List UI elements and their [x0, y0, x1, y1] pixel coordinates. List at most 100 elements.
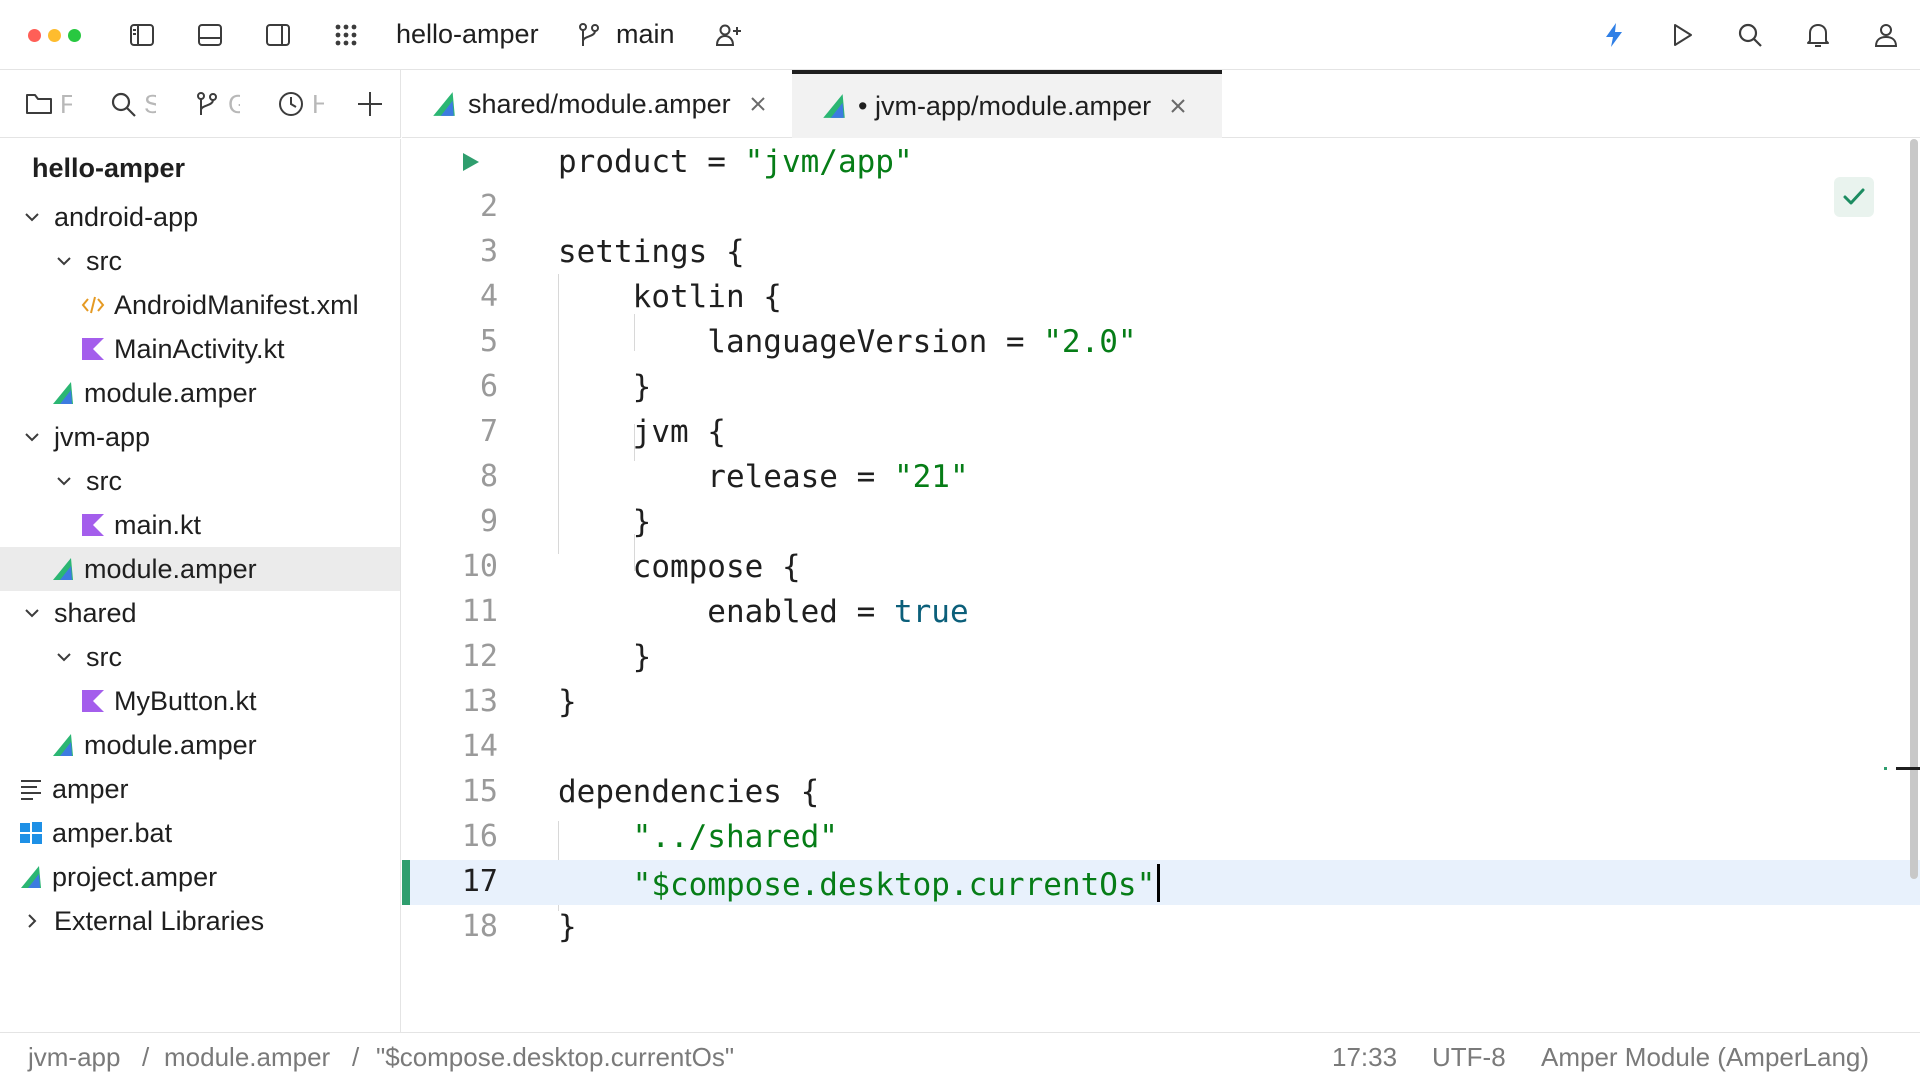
tab-shared-module-amper[interactable]: shared/module.amper: [402, 70, 792, 138]
tree-item-label: project.amper: [52, 861, 218, 892]
tree-item-amper-script[interactable]: amper: [0, 767, 400, 811]
text-caret: [1157, 864, 1161, 902]
tree-item-label: MyButton.kt: [114, 685, 257, 716]
search-icon[interactable]: [1732, 17, 1768, 53]
tree-item-module-amper[interactable]: module.amper: [0, 371, 400, 415]
chevron-down-icon[interactable]: [22, 207, 42, 227]
code-text: enabled = true: [558, 594, 969, 630]
branch-button[interactable]: main: [616, 16, 675, 52]
tree-item-androidmanifest[interactable]: AndroidManifest.xml: [0, 283, 400, 327]
tree-item-module-amper[interactable]: module.amper: [0, 723, 400, 767]
tool-tab-search[interactable]: S: [108, 86, 156, 122]
branch-icon[interactable]: [574, 17, 604, 53]
tree-item-shared[interactable]: shared: [0, 591, 400, 635]
chevron-right-icon[interactable]: [22, 911, 42, 931]
tree-item-amper-bat[interactable]: amper.bat: [0, 811, 400, 855]
vcs-change-marker[interactable]: [402, 860, 410, 905]
tree-item-jvm-app[interactable]: jvm-app: [0, 415, 400, 459]
tree-root-label[interactable]: hello-amper: [32, 153, 185, 184]
amper-file-icon: [433, 92, 455, 116]
bottom-panel-icon[interactable]: [192, 17, 228, 53]
window-minimize-button[interactable]: [48, 29, 61, 42]
tree-item-module-amper-selected[interactable]: module.amper: [0, 547, 400, 591]
tree-item-label: jvm-app: [54, 421, 151, 452]
line-number: 15: [461, 774, 498, 809]
breadcrumb-file[interactable]: module.amper: [164, 1042, 330, 1073]
sidebar-left-icon[interactable]: [124, 17, 160, 53]
text-file-icon: [18, 776, 44, 802]
amper-file-icon: [50, 732, 76, 758]
line-number: 4: [479, 279, 498, 314]
folder-icon: [26, 94, 52, 114]
tree-item-src[interactable]: src: [0, 635, 400, 679]
tree-item-src[interactable]: src: [0, 459, 400, 503]
tool-tab-project[interactable]: F: [24, 86, 72, 122]
line-number: 18: [461, 909, 498, 944]
tree-item-label: module.amper: [84, 377, 257, 408]
code-text: }: [558, 369, 652, 405]
add-user-icon[interactable]: [710, 17, 746, 53]
window-zoom-button[interactable]: [68, 29, 81, 42]
breadcrumb-element[interactable]: "$compose.desktop.currentOs": [376, 1042, 734, 1073]
inspection-status-button[interactable]: [1834, 177, 1874, 217]
tool-tab-label: F: [60, 88, 72, 119]
code-text: settings {: [558, 234, 745, 270]
amper-file-icon: [823, 94, 845, 118]
chevron-down-icon[interactable]: [54, 251, 74, 271]
tree-item-mybutton[interactable]: MyButton.kt: [0, 679, 400, 723]
project-tree: hello-amper android-app src AndroidManif…: [0, 139, 401, 1032]
file-encoding[interactable]: UTF-8: [1432, 1042, 1506, 1073]
window-close-button[interactable]: [28, 29, 41, 42]
close-icon[interactable]: [747, 93, 769, 115]
file-type[interactable]: Amper Module (AmperLang): [1541, 1042, 1869, 1073]
tree-item-android-app[interactable]: android-app: [0, 195, 400, 239]
add-tool-window-button[interactable]: [352, 86, 388, 122]
code-text: dependencies {: [558, 774, 820, 810]
chevron-down-icon[interactable]: [22, 603, 42, 623]
code-text: release = "21": [558, 459, 969, 495]
tool-window-strip: F S G H: [0, 70, 401, 138]
code-text: kotlin {: [558, 279, 782, 315]
amper-file-icon: [18, 864, 44, 890]
run-icon[interactable]: [1664, 17, 1700, 53]
user-icon[interactable]: [1868, 17, 1904, 53]
tree-item-src[interactable]: src: [0, 239, 400, 283]
plus-icon: [358, 92, 382, 116]
apps-grid-icon[interactable]: [328, 17, 364, 53]
chevron-down-icon[interactable]: [54, 471, 74, 491]
breadcrumb-module[interactable]: jvm-app: [28, 1042, 120, 1073]
tab-jvm-app-module-amper[interactable]: • jvm-app/module.amper: [792, 70, 1222, 138]
tree-item-label: AndroidManifest.xml: [114, 289, 359, 320]
tree-item-mainactivity[interactable]: MainActivity.kt: [0, 327, 400, 371]
code-line: 15 dependencies {: [402, 770, 1920, 815]
project-name-button[interactable]: hello-amper: [396, 16, 539, 52]
code-line: 2: [402, 185, 1920, 230]
amper-file-icon: [50, 380, 76, 406]
line-number: 11: [461, 594, 498, 629]
code-line: 16 "../shared": [402, 815, 1920, 860]
code-line: 9 }: [402, 500, 1920, 545]
tree-item-external-libraries[interactable]: External Libraries: [0, 899, 400, 943]
code-editor[interactable]: product = "jvm/app" 2 3 settings { 4 kot…: [402, 139, 1920, 1032]
windows-icon: [18, 820, 44, 846]
code-line: 5 languageVersion = "2.0": [402, 320, 1920, 365]
close-icon[interactable]: [1167, 95, 1189, 117]
caret-position[interactable]: 17:33: [1332, 1042, 1397, 1073]
tool-tab-history[interactable]: H: [276, 86, 324, 122]
sidebar-right-icon[interactable]: [260, 17, 296, 53]
code-line-current: 17 "$compose.desktop.currentOs": [402, 860, 1920, 905]
code-text: product = "jvm/app": [558, 144, 913, 180]
line-number: 12: [461, 639, 498, 674]
tree-item-main-kt[interactable]: main.kt: [0, 503, 400, 547]
check-icon: [1843, 188, 1865, 205]
tree-item-project-amper[interactable]: project.amper: [0, 855, 400, 899]
run-gutter-icon[interactable]: [458, 150, 482, 174]
chevron-down-icon[interactable]: [54, 647, 74, 667]
bell-icon[interactable]: [1800, 17, 1836, 53]
lightning-icon[interactable]: [1596, 17, 1632, 53]
chevron-down-icon[interactable]: [22, 427, 42, 447]
line-number: 6: [479, 369, 498, 404]
code-line: 18 }: [402, 905, 1920, 950]
tool-tab-git[interactable]: G: [192, 86, 240, 122]
kotlin-file-icon: [80, 336, 106, 362]
